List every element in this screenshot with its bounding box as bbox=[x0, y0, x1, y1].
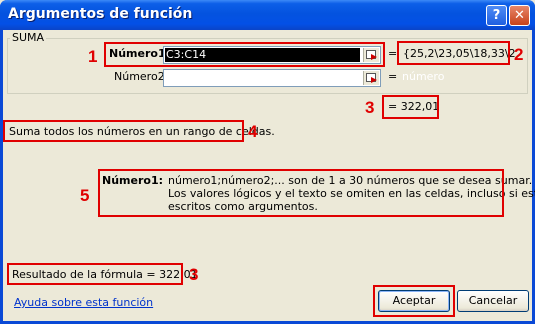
annotation-box-result bbox=[382, 95, 439, 119]
function-name-label: SUMA bbox=[10, 31, 47, 44]
arg2-result: número bbox=[402, 70, 445, 83]
function-help-link[interactable]: Ayuda sobre esta función bbox=[14, 296, 153, 309]
arg2-equals: = bbox=[388, 70, 398, 83]
annotation-number: 1 bbox=[88, 47, 98, 66]
annotation-number: 3 bbox=[189, 265, 199, 284]
annotation-box-formula-result bbox=[7, 263, 183, 285]
collapse-dialog-icon[interactable] bbox=[363, 71, 379, 85]
annotation-number: 4 bbox=[248, 122, 258, 141]
annotation-box-arg1 bbox=[104, 42, 385, 67]
annotation-box-description bbox=[3, 120, 244, 142]
arg2-input[interactable] bbox=[163, 69, 381, 87]
close-button[interactable]: ✕ bbox=[509, 5, 530, 26]
annotation-box-accept bbox=[373, 285, 455, 317]
arg2-label: Número2 bbox=[114, 70, 165, 83]
dialog-title: Argumentos de función bbox=[8, 6, 193, 22]
annotation-number: 3 bbox=[365, 98, 375, 117]
annotation-box-help bbox=[98, 169, 504, 217]
title-bar: Argumentos de función ? ✕ bbox=[0, 0, 535, 30]
annotation-number: 2 bbox=[514, 45, 524, 64]
annotation-box-arg1-result bbox=[397, 41, 510, 65]
help-button[interactable]: ? bbox=[486, 5, 507, 26]
cancel-button[interactable]: Cancelar bbox=[457, 290, 529, 312]
annotation-number: 5 bbox=[80, 186, 90, 205]
arg1-equals: = bbox=[388, 47, 398, 60]
